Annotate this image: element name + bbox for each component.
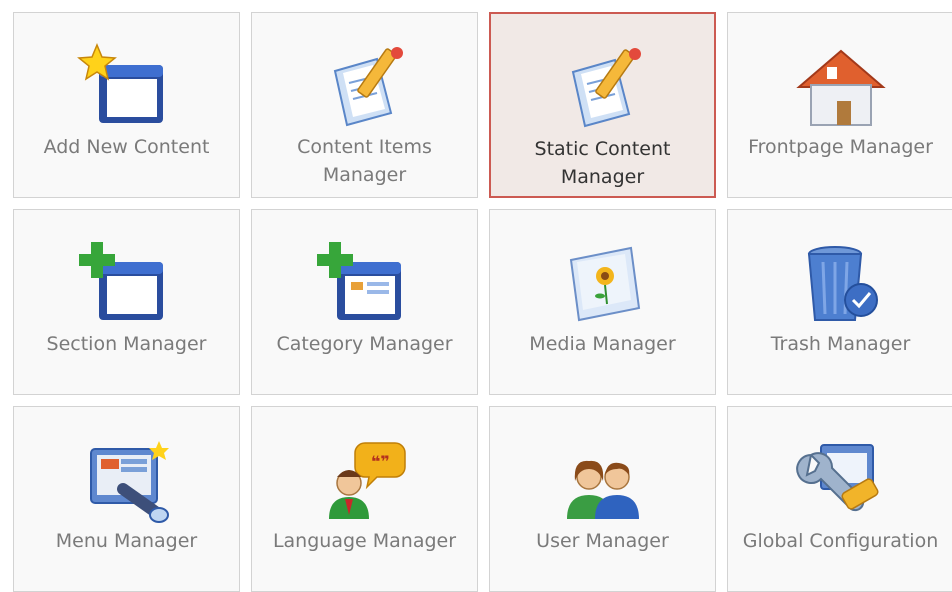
tile-trash-manager[interactable]: Trash Manager bbox=[727, 209, 952, 395]
tile-label: Static Content Manager bbox=[534, 138, 671, 188]
tile-content-items-manager[interactable]: Content Items Manager bbox=[251, 12, 478, 198]
home-icon bbox=[791, 43, 891, 133]
tile-label: Menu Manager bbox=[55, 530, 198, 552]
tile-static-content-manager[interactable]: Static Content Manager bbox=[489, 12, 716, 198]
content-items-icon bbox=[315, 43, 415, 133]
trash-icon bbox=[791, 240, 891, 330]
media-icon bbox=[553, 240, 653, 330]
language-icon: ❝❞ bbox=[315, 437, 415, 527]
tile-label: Section Manager bbox=[46, 333, 207, 355]
tile-media-manager[interactable]: Media Manager bbox=[489, 209, 716, 395]
tile-label: Frontpage Manager bbox=[748, 136, 933, 158]
add-content-icon bbox=[76, 43, 177, 133]
tile-user-manager[interactable]: User Manager bbox=[489, 406, 716, 592]
menu-icon bbox=[77, 437, 177, 527]
tile-label: User Manager bbox=[536, 530, 669, 552]
tile-section-manager[interactable]: Section Manager bbox=[13, 209, 240, 395]
tile-global-configuration[interactable]: Global Configuration bbox=[727, 406, 952, 592]
tile-category-manager[interactable]: Category Manager bbox=[251, 209, 478, 395]
tile-add-new-content[interactable]: Add New Content bbox=[13, 12, 240, 198]
svg-text:❝❞: ❝❞ bbox=[371, 452, 390, 471]
users-icon bbox=[553, 437, 653, 527]
section-icon bbox=[77, 240, 177, 330]
tile-label: Language Manager bbox=[272, 530, 457, 552]
tile-label: Content Items Manager bbox=[297, 136, 432, 186]
tile-label: Add New Content bbox=[43, 136, 210, 158]
category-icon bbox=[315, 240, 415, 330]
tile-frontpage-manager[interactable]: Frontpage Manager bbox=[727, 12, 952, 198]
static-content-icon bbox=[553, 44, 653, 134]
tile-language-manager[interactable]: ❝❞ Language Manager bbox=[251, 406, 478, 592]
tile-label: Global Configuration bbox=[742, 530, 939, 552]
control-panel-grid: Add New Content Content Items Manager St… bbox=[0, 0, 952, 592]
config-icon bbox=[791, 437, 891, 527]
tile-label: Category Manager bbox=[276, 333, 453, 355]
tile-label: Media Manager bbox=[529, 333, 676, 355]
tile-menu-manager[interactable]: Menu Manager bbox=[13, 406, 240, 592]
tile-label: Trash Manager bbox=[770, 333, 911, 355]
